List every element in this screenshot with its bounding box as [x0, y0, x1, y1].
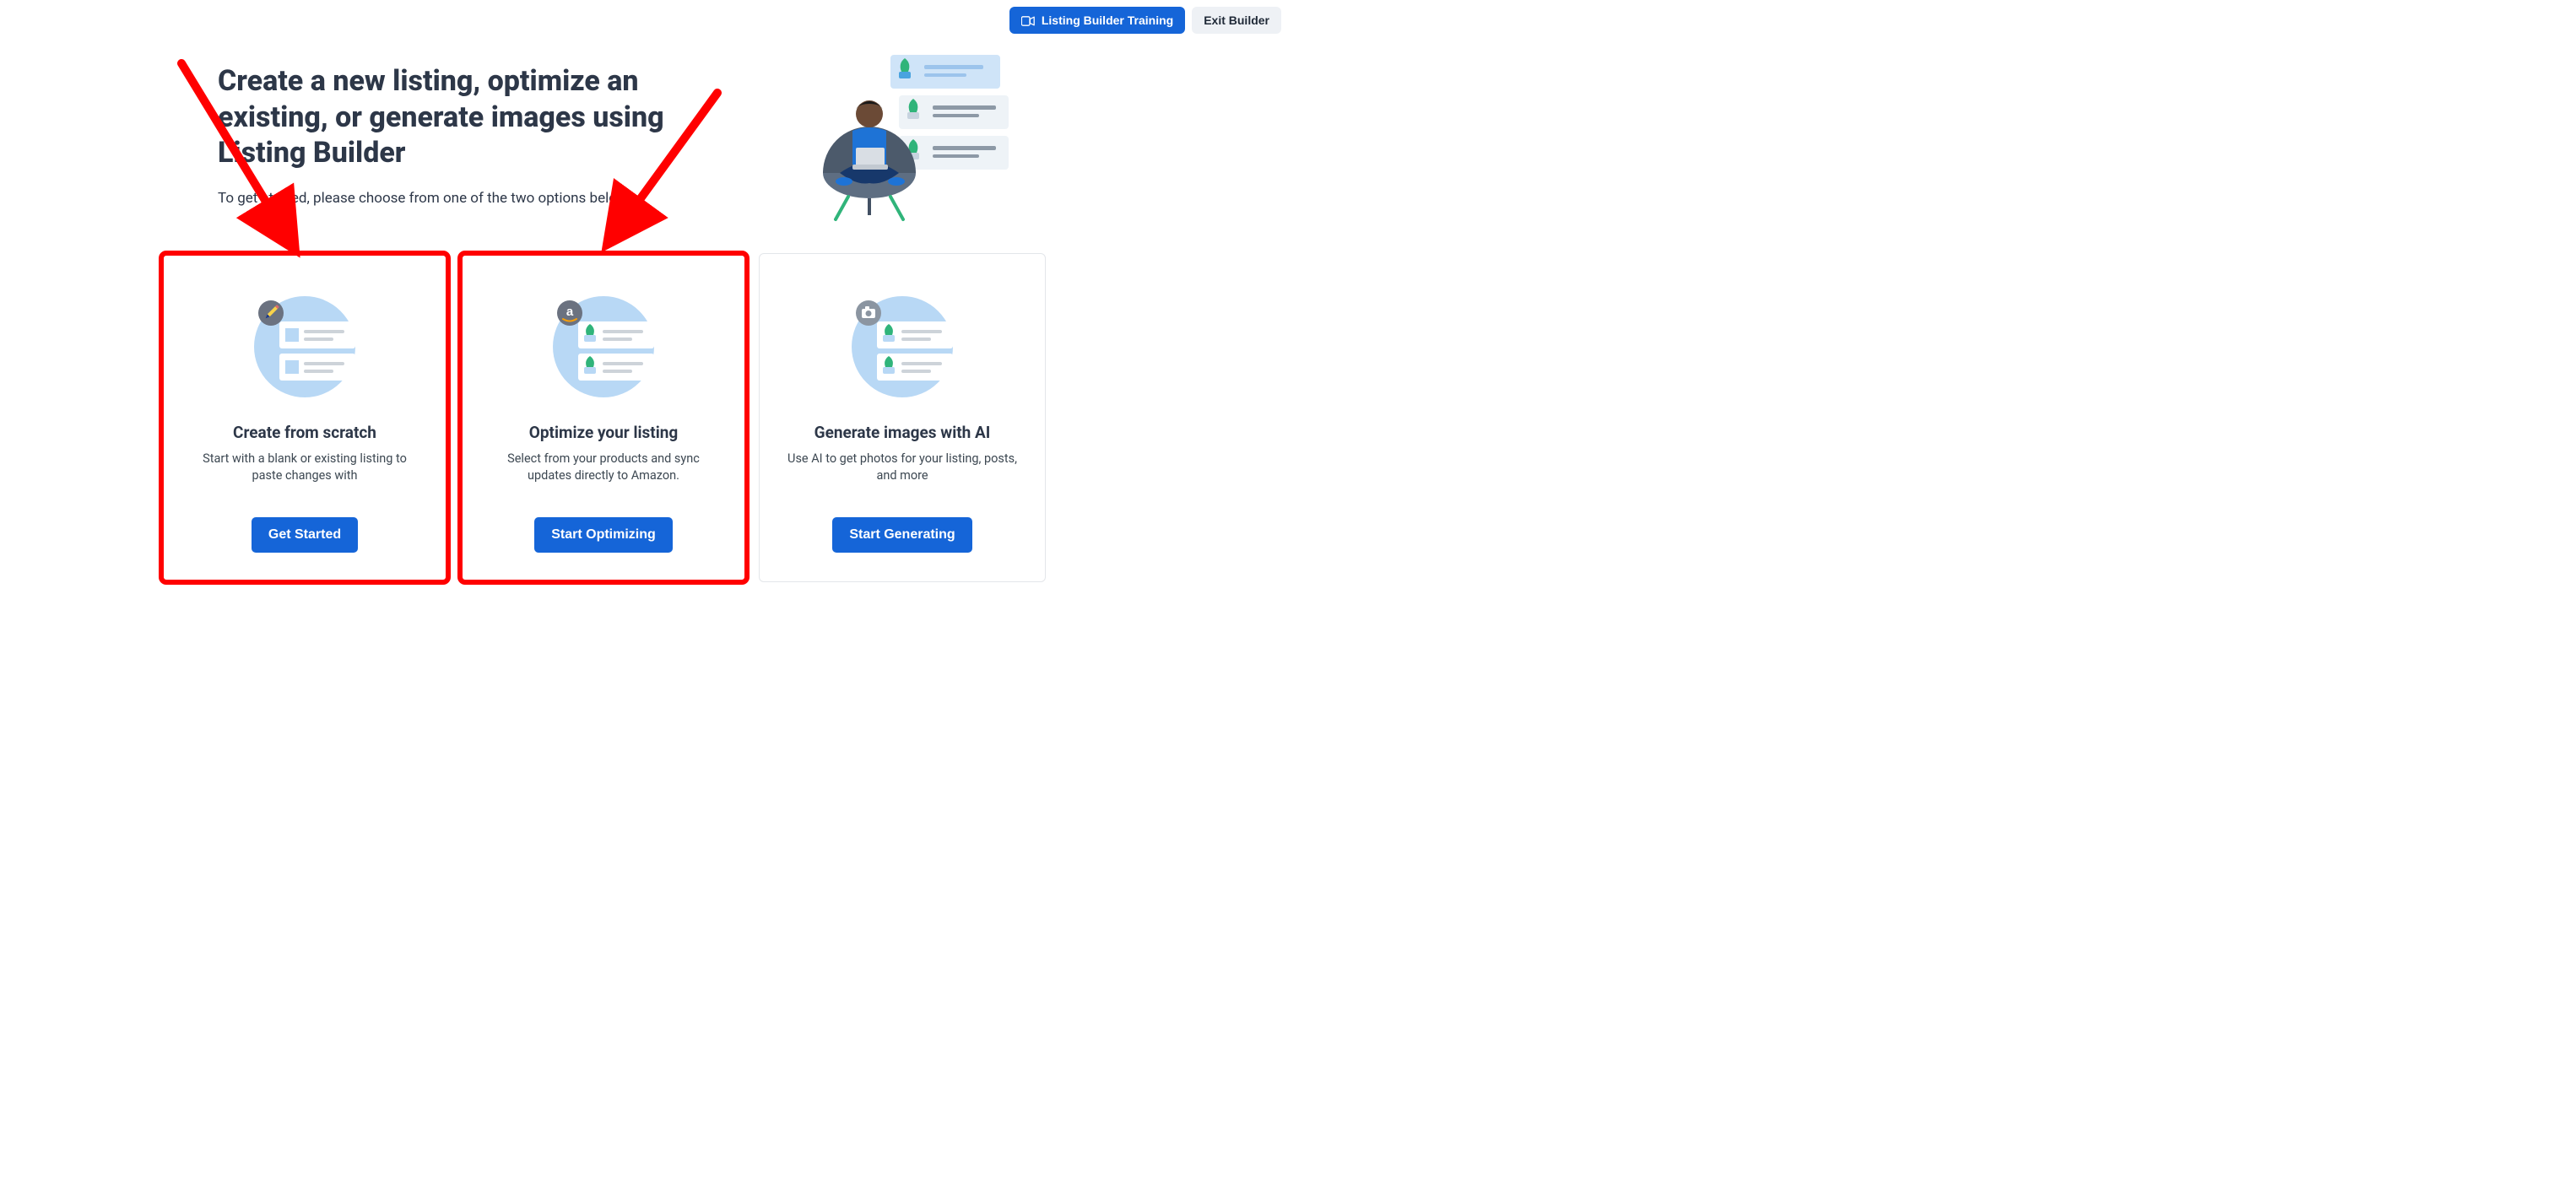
card-description: Use AI to get photos for your listing, p…	[785, 451, 1020, 485]
hero-illustration	[802, 46, 1013, 224]
card-description: Start with a blank or existing listing t…	[187, 451, 422, 485]
start-optimizing-button[interactable]: Start Optimizing	[534, 517, 673, 553]
exit-builder-button[interactable]: Exit Builder	[1192, 7, 1281, 34]
card-description: Select from your products and sync updat…	[486, 451, 721, 485]
training-button-label: Listing Builder Training	[1042, 14, 1173, 27]
start-generating-button[interactable]: Start Generating	[832, 517, 971, 553]
card-illustration-optimize: a	[532, 288, 675, 406]
page-title: Create a new listing, optimize an existi…	[218, 63, 690, 171]
get-started-button[interactable]: Get Started	[252, 517, 358, 553]
start-optimizing-label: Start Optimizing	[551, 527, 656, 543]
cards-row: Create from scratch Start with a blank o…	[161, 253, 1046, 582]
exit-builder-label: Exit Builder	[1204, 14, 1269, 27]
card-generate-images[interactable]: Generate images with AI Use AI to get ph…	[759, 253, 1046, 582]
training-button[interactable]: Listing Builder Training	[1009, 7, 1185, 34]
video-icon	[1021, 15, 1035, 25]
page-subtitle: To get started, please choose from one o…	[218, 190, 690, 207]
card-optimize-listing[interactable]: a Optimize your listing Select from your…	[460, 253, 747, 582]
card-illustration-scratch	[233, 288, 376, 406]
card-title: Generate images with AI	[814, 423, 991, 442]
card-illustration-generate	[831, 288, 974, 406]
get-started-label: Get Started	[268, 527, 341, 543]
card-title: Optimize your listing	[529, 423, 678, 442]
topbar: Listing Builder Training Exit Builder	[1009, 7, 1281, 34]
hero: Create a new listing, optimize an existi…	[218, 63, 690, 207]
start-generating-label: Start Generating	[849, 527, 955, 543]
svg-text:a: a	[566, 305, 574, 319]
card-create-from-scratch[interactable]: Create from scratch Start with a blank o…	[161, 253, 448, 582]
card-title: Create from scratch	[233, 423, 376, 442]
